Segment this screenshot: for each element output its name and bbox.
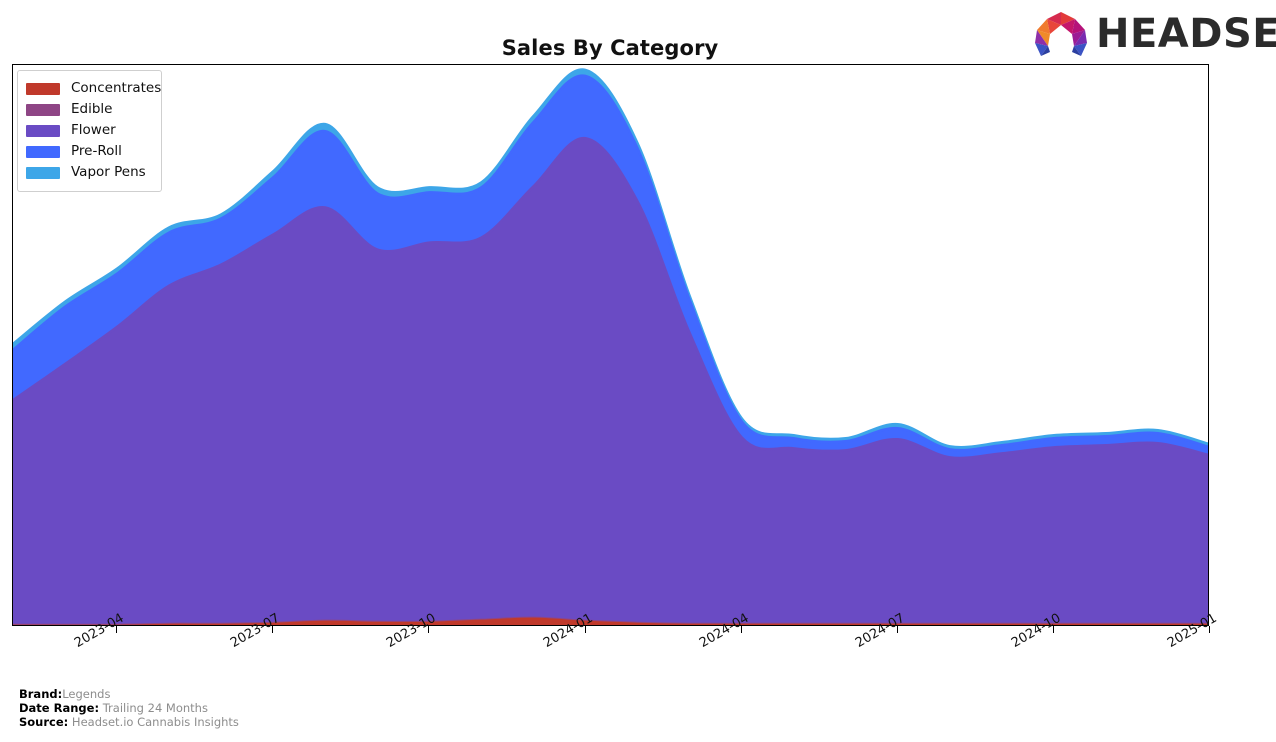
legend-label-flower: Flower <box>71 122 116 138</box>
headset-logo-mark <box>1035 12 1087 56</box>
legend-label-vapor-pens: Vapor Pens <box>71 164 146 180</box>
legend-swatch-edible <box>26 103 60 116</box>
legend-item-edible[interactable]: Edible <box>26 99 153 120</box>
footer-value-date-range: Trailing 24 Months <box>102 700 208 715</box>
footer-metadata: Brand:Legends Date Range: Trailing 24 Mo… <box>19 687 719 730</box>
headset-wordmark: HEADSET <box>1096 11 1276 57</box>
stacked-area-plot <box>13 68 1208 625</box>
legend-item-concentrates[interactable]: Concentrates <box>26 78 161 99</box>
footer-value-source: Headset.io Cannabis Insights <box>71 714 239 729</box>
footer-row-date-range: Date Range: Trailing 24 Months <box>19 700 719 716</box>
footer-label-source: Source: <box>19 714 69 729</box>
legend-label-edible: Edible <box>71 101 113 117</box>
headset-logo: HEADSET <box>1028 6 1276 62</box>
footer-value-brand: Legends <box>62 687 111 701</box>
legend-item-pre-roll[interactable]: Pre-Roll <box>26 141 153 162</box>
chart-screenshot: Sales By Category HEADSET <box>0 0 1276 742</box>
legend-item-flower[interactable]: Flower <box>26 120 153 141</box>
footer-label-brand: Brand: <box>19 687 63 701</box>
legend-swatch-pre-roll <box>26 145 60 158</box>
legend-label-pre-roll: Pre-Roll <box>71 143 122 159</box>
footer-row-brand: Brand:Legends <box>19 687 719 702</box>
legend-swatch-flower <box>26 124 60 137</box>
legend-swatch-concentrates <box>26 82 60 95</box>
plot-area <box>12 64 1209 626</box>
footer-label-date-range: Date Range: <box>19 700 100 715</box>
area-flower <box>13 138 1208 625</box>
legend: Concentrates Edible Flower Pre-Roll Vapo… <box>17 70 162 192</box>
legend-swatch-vapor-pens <box>26 166 60 179</box>
legend-item-vapor-pens[interactable]: Vapor Pens <box>26 162 153 183</box>
footer-row-source: Source: Headset.io Cannabis Insights <box>19 714 719 730</box>
legend-label-concentrates: Concentrates <box>71 80 162 96</box>
